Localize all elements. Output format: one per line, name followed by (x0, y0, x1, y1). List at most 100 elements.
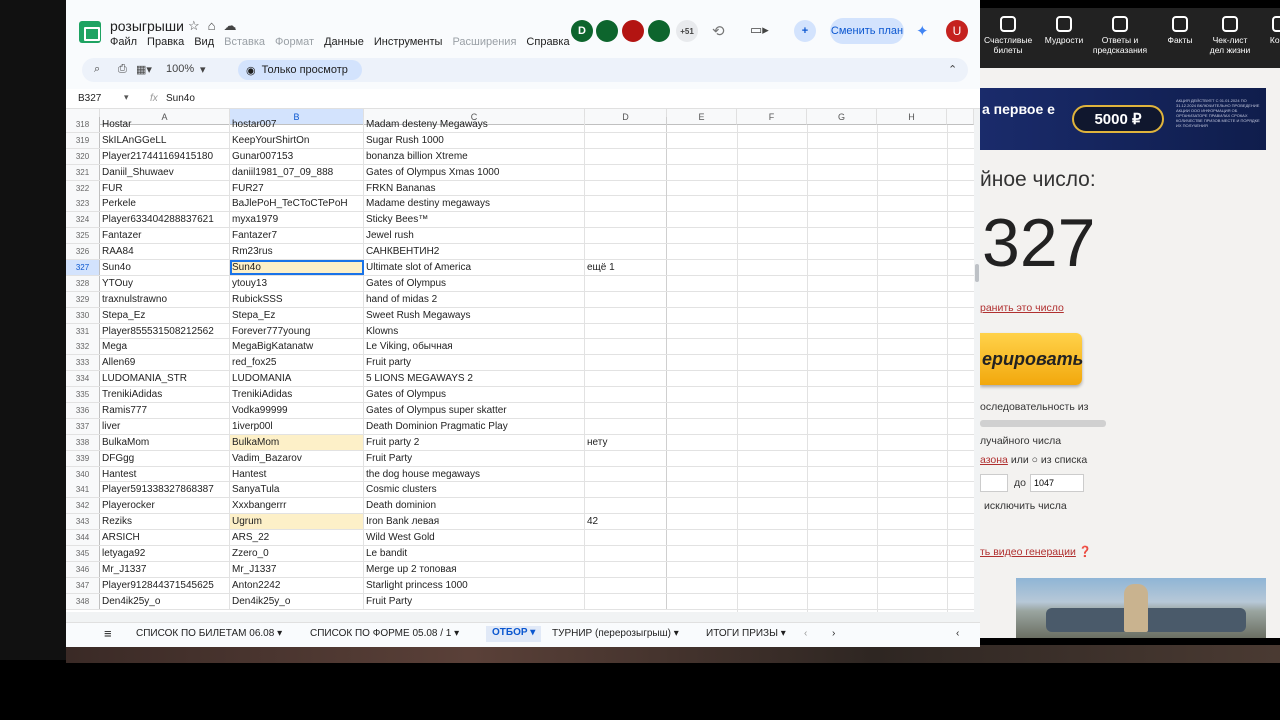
cell-c[interactable]: hand of midas 2 (364, 291, 585, 307)
cell-b[interactable]: Ugrum (230, 514, 364, 530)
cell-d[interactable] (585, 339, 667, 355)
cell-b[interactable]: Hantest (230, 466, 364, 482)
cell-a[interactable]: Player855531508212562 (100, 323, 230, 339)
cloud-icon[interactable]: ☁ (224, 18, 245, 33)
cell-b[interactable]: Forever777young (230, 323, 364, 339)
cell-d[interactable] (585, 323, 667, 339)
cell-c[interactable]: Fruit Party (364, 450, 585, 466)
share-icon[interactable]: + (794, 20, 816, 42)
cell-b[interactable]: FUR27 (230, 180, 364, 196)
row-number[interactable]: 322 (66, 180, 100, 196)
sheets-logo-icon[interactable] (79, 21, 101, 43)
cell-a[interactable]: Sun4o (100, 260, 230, 276)
history-icon[interactable]: ⟲ (712, 22, 725, 40)
row-number[interactable]: 341 (66, 482, 100, 498)
tabs-prev-icon[interactable]: ‹ (804, 628, 807, 644)
formula-input[interactable]: Sun4o (166, 93, 195, 104)
range-to-input[interactable]: 1047 (1030, 474, 1084, 492)
menu-item[interactable]: Формат (275, 36, 314, 48)
row-number[interactable]: 328 (66, 275, 100, 291)
cell-b[interactable]: myxa1979 (230, 212, 364, 228)
cell-c[interactable]: the dog house megaways (364, 466, 585, 482)
menu-item[interactable]: Правка (147, 36, 184, 48)
cell-d[interactable] (585, 418, 667, 434)
cell-a[interactable]: RAA84 (100, 244, 230, 260)
cell-reference[interactable]: B327 (78, 93, 101, 104)
cell-b[interactable]: SanyaTula (230, 482, 364, 498)
sheet-tab[interactable]: ТУРНИР (перерозыгрыш) ▾ (552, 628, 679, 644)
cell-a[interactable]: Playerocker (100, 498, 230, 514)
row-number[interactable]: 330 (66, 307, 100, 323)
paint-format-icon[interactable]: ▦▾ (136, 63, 152, 76)
nav-item[interactable]: Счастливые билеты (984, 16, 1032, 55)
cell-a[interactable]: traxnulstrawno (100, 291, 230, 307)
row-number[interactable]: 319 (66, 132, 100, 148)
doc-title[interactable]: розыгрыши (110, 18, 184, 34)
cell-c[interactable]: Gates of Olympus Xmas 1000 (364, 164, 585, 180)
cell-c[interactable]: Madame destiny megaways (364, 196, 585, 212)
cell-d[interactable] (585, 371, 667, 387)
collapse-icon[interactable]: ⌃ (948, 63, 957, 76)
cell-b[interactable]: Xxxbangerrr (230, 498, 364, 514)
cell-b[interactable]: Vadim_Bazarov (230, 450, 364, 466)
row-number[interactable]: 336 (66, 403, 100, 419)
cell-c[interactable]: Cosmic clusters (364, 482, 585, 498)
cell-c[interactable]: САНКВЕНТИН2 (364, 244, 585, 260)
cell-d[interactable] (585, 244, 667, 260)
row-number[interactable]: 324 (66, 212, 100, 228)
cell-c[interactable]: Gates of Olympus (364, 275, 585, 291)
menu-item[interactable]: Вставка (224, 36, 265, 48)
cell-c[interactable]: Le Viking, обычная (364, 339, 585, 355)
cell-b[interactable]: MegaBigKatanatw (230, 339, 364, 355)
row-number[interactable]: 338 (66, 434, 100, 450)
row-number[interactable]: 342 (66, 498, 100, 514)
cell-b[interactable]: KeepYourShirtOn (230, 132, 364, 148)
cell-d[interactable] (585, 212, 667, 228)
cell-a[interactable]: Reziks (100, 514, 230, 530)
cell-c[interactable]: Iron Bank левая (364, 514, 585, 530)
cell-d[interactable] (585, 291, 667, 307)
cell-d[interactable] (585, 117, 667, 132)
row-number[interactable]: 346 (66, 561, 100, 577)
cell-a[interactable]: DFGgg (100, 450, 230, 466)
cell-b[interactable]: Zzero_0 (230, 546, 364, 562)
row-number[interactable]: 343 (66, 514, 100, 530)
cell-a[interactable]: ARSICH (100, 530, 230, 546)
gemini-icon[interactable]: ✦ (916, 22, 929, 40)
cell-b[interactable]: TrenikiAdidas (230, 387, 364, 403)
horizontal-scrollbar[interactable] (66, 612, 980, 622)
chevron-down-icon[interactable]: ▾ (200, 63, 206, 76)
cell-c[interactable]: Fruit party (364, 355, 585, 371)
cell-a[interactable]: YTOuy (100, 275, 230, 291)
cell-b[interactable]: BaJlePoH_TeCToCTePoH (230, 196, 364, 212)
change-plan-button[interactable]: Сменить план (830, 18, 904, 44)
cell-b[interactable]: Rm23rus (230, 244, 364, 260)
menu-item[interactable]: Инструменты (374, 36, 443, 48)
cell-c[interactable]: Ultimate slot of America (364, 260, 585, 276)
nav-item[interactable]: Чек-лист дел жизни (1206, 16, 1254, 55)
cell-a[interactable]: TrenikiAdidas (100, 387, 230, 403)
cell-c[interactable]: 5 LIONS MEGAWAYS 2 (364, 371, 585, 387)
cell-c[interactable]: Sticky Bees™ (364, 212, 585, 228)
cell-d[interactable] (585, 482, 667, 498)
row-number[interactable]: 318 (66, 117, 100, 132)
cell-b[interactable]: daniil1981_07_09_888 (230, 164, 364, 180)
menu-item[interactable]: Файл (110, 36, 137, 48)
cell-c[interactable]: Sugar Rush 1000 (364, 132, 585, 148)
cell-d[interactable] (585, 132, 667, 148)
ad-photo[interactable] (1016, 578, 1266, 638)
sheet-tab[interactable]: СПИСОК ПО БИЛЕТАМ 06.08 ▾ (136, 628, 282, 644)
cell-d[interactable] (585, 387, 667, 403)
row-number[interactable]: 344 (66, 530, 100, 546)
row-number[interactable]: 331 (66, 323, 100, 339)
cell-d[interactable]: ещё 1 (585, 260, 667, 276)
cell-a[interactable]: LUDOMANIA_STR (100, 371, 230, 387)
chevron-down-icon[interactable]: ▾ (778, 628, 786, 639)
cell-d[interactable] (585, 498, 667, 514)
cell-b[interactable]: LUDOMANIA (230, 371, 364, 387)
cell-b[interactable]: Sun4o (230, 260, 364, 276)
cell-a[interactable]: Mr_J1337 (100, 561, 230, 577)
collaborator-avatar[interactable]: D (571, 20, 593, 42)
collaborator-avatar[interactable] (622, 20, 644, 42)
print-icon[interactable]: ⎙ (118, 63, 127, 76)
